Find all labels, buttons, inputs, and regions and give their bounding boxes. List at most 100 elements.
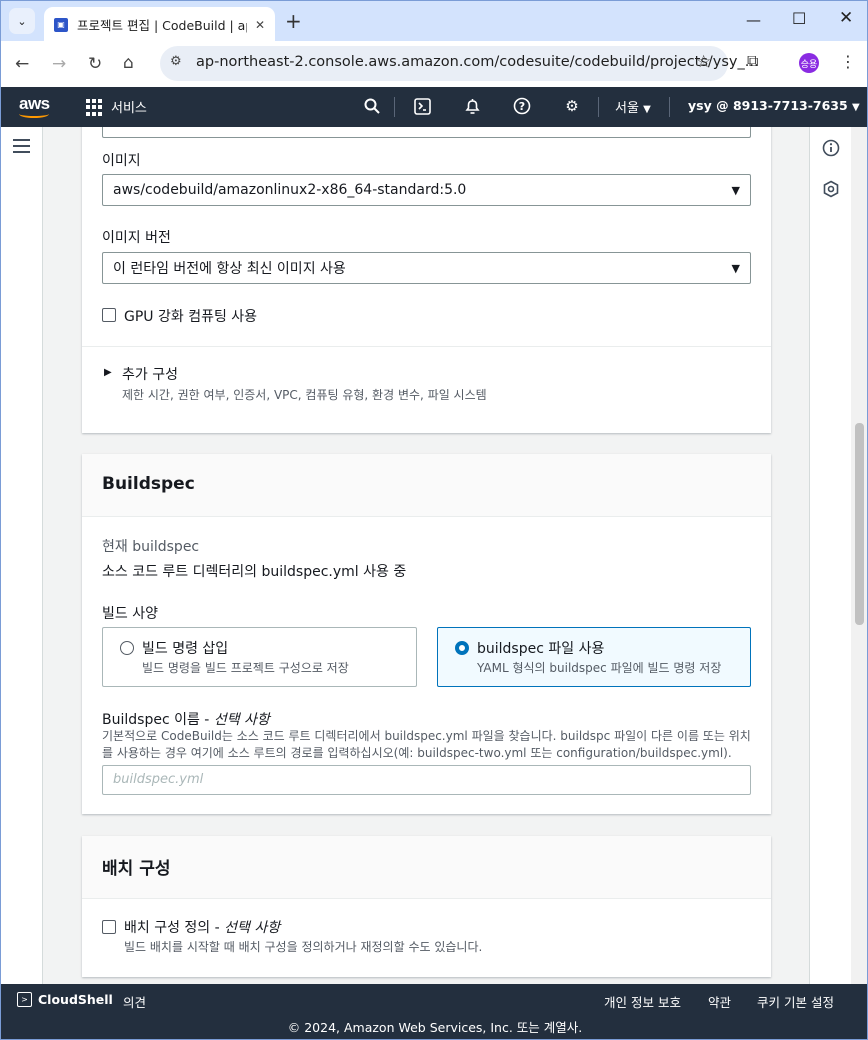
expand-triangle-icon[interactable]: ▶ bbox=[104, 367, 112, 378]
profile-avatar[interactable]: 승용 bbox=[799, 53, 819, 73]
batch-config-desc: 빌드 배치를 시작할 때 배치 구성을 정의하거나 재정의할 수도 있습니다. bbox=[124, 940, 483, 954]
use-buildspec-file-desc: YAML 형식의 buildspec 파일에 빌드 명령 저장 bbox=[477, 661, 722, 675]
environment-panel: 이미지 aws/codebuild/amazonlinux2-x86_64-st… bbox=[82, 127, 771, 433]
back-icon[interactable]: ← bbox=[15, 54, 29, 74]
buildspec-name-input[interactable]: buildspec.yml bbox=[102, 765, 751, 795]
region-selector[interactable]: 서울 ▼ bbox=[615, 97, 651, 116]
browser-menu-icon[interactable]: ⋮ bbox=[840, 52, 856, 71]
cloudshell-icon[interactable] bbox=[411, 95, 433, 117]
console-footer: > CloudShell 의견 개인 정보 보호 약관 쿠키 기본 설정 © 2… bbox=[0, 984, 868, 1040]
buildspec-name-label: Buildspec 이름 - 선택 사항 bbox=[102, 709, 270, 729]
site-info-icon[interactable]: ⚙ bbox=[170, 54, 182, 69]
buildspec-name-label-text: Buildspec 이름 - bbox=[102, 712, 214, 728]
help-icon[interactable]: ? bbox=[511, 95, 533, 117]
cloudshell-icon[interactable]: > bbox=[17, 992, 32, 1007]
page-scrollbar[interactable] bbox=[851, 127, 867, 984]
gpu-checkbox-label[interactable]: GPU 강화 컴퓨팅 사용 bbox=[124, 306, 257, 326]
batch-config-label[interactable]: 배치 구성 정의 - 선택 사항 bbox=[124, 917, 280, 937]
left-nav-rail bbox=[1, 127, 43, 984]
additional-config-desc: 제한 시간, 권한 여부, 인증서, VPC, 컴퓨팅 유형, 환경 변수, 파… bbox=[122, 388, 487, 402]
build-spec-label: 빌드 사양 bbox=[102, 606, 158, 622]
current-buildspec-label: 현재 buildspec bbox=[102, 539, 200, 555]
maximize-icon[interactable]: ☐ bbox=[792, 9, 806, 28]
optional-tag: 선택 사항 bbox=[213, 712, 270, 728]
terms-link[interactable]: 약관 bbox=[708, 992, 731, 1011]
batch-header: 배치 구성 bbox=[82, 836, 771, 899]
account-menu[interactable]: ysy @ 8913-7713-7635 ▼ bbox=[688, 98, 860, 113]
buildspec-header: Buildspec bbox=[82, 454, 771, 517]
insert-commands-title: 빌드 명령 삽입 bbox=[142, 641, 229, 657]
cloudshell-link[interactable]: CloudShell bbox=[38, 992, 113, 1007]
bookmark-star-icon[interactable]: ☆ bbox=[696, 52, 711, 72]
tab-close-icon[interactable]: ✕ bbox=[255, 18, 265, 32]
scrollbar-thumb[interactable] bbox=[855, 423, 864, 625]
caret-down-icon: ▼ bbox=[852, 102, 860, 113]
use-buildspec-file-option[interactable]: buildspec 파일 사용 YAML 형식의 buildspec 파일에 빌… bbox=[437, 627, 751, 687]
console-content: 이미지 aws/codebuild/amazonlinux2-x86_64-st… bbox=[0, 127, 868, 984]
image-select[interactable]: aws/codebuild/amazonlinux2-x86_64-standa… bbox=[102, 174, 751, 206]
cookie-preferences-link[interactable]: 쿠키 기본 설정 bbox=[757, 992, 834, 1011]
tab-title: 프로젝트 편집 | CodeBuild | ap bbox=[77, 18, 247, 33]
search-icon[interactable] bbox=[361, 95, 383, 117]
aws-smile-icon bbox=[19, 110, 49, 118]
menu-hamburger-icon[interactable] bbox=[13, 139, 30, 157]
forward-icon[interactable]: → bbox=[52, 54, 66, 74]
home-icon[interactable]: ⌂ bbox=[123, 53, 134, 73]
browser-tab-strip: ⌄ ▣ 프로젝트 편집 | CodeBuild | ap ✕ + — ☐ ✕ bbox=[0, 0, 868, 42]
settings-gear-icon[interactable]: ⚙ bbox=[561, 95, 583, 117]
image-label: 이미지 bbox=[102, 153, 141, 169]
insert-commands-radio[interactable] bbox=[120, 641, 134, 655]
section-divider bbox=[82, 346, 771, 347]
nav-divider bbox=[669, 97, 670, 117]
reload-icon[interactable]: ↻ bbox=[88, 54, 102, 74]
address-bar-row: ← → ↻ ⌂ ⚙ ap-northeast-2.console.aws.ama… bbox=[0, 41, 868, 87]
image-value: aws/codebuild/amazonlinux2-x86_64-standa… bbox=[113, 182, 467, 198]
insert-commands-option[interactable]: 빌드 명령 삽입 빌드 명령을 빌드 프로젝트 구성으로 저장 bbox=[102, 627, 417, 687]
buildspec-name-desc: 기본적으로 CodeBuild는 소스 코드 루트 디렉터리에서 buildsp… bbox=[102, 729, 751, 760]
batch-config-label-text: 배치 구성 정의 - bbox=[124, 920, 225, 936]
nav-divider bbox=[394, 97, 395, 117]
insert-commands-desc: 빌드 명령을 빌드 프로젝트 구성으로 저장 bbox=[142, 661, 349, 675]
image-version-select[interactable]: 이 런타임 버전에 항상 최신 이미지 사용 ▼ bbox=[102, 252, 751, 284]
caret-down-icon: ▼ bbox=[731, 261, 740, 275]
image-version-value: 이 런타임 버전에 항상 최신 이미지 사용 bbox=[113, 261, 346, 277]
optional-tag: 선택 사항 bbox=[224, 920, 281, 936]
browser-tab[interactable]: ▣ 프로젝트 편집 | CodeBuild | ap ✕ bbox=[44, 7, 275, 42]
info-icon[interactable] bbox=[822, 139, 840, 161]
previous-field-input[interactable] bbox=[102, 127, 751, 138]
gpu-checkbox[interactable] bbox=[102, 308, 116, 322]
url-text[interactable]: ap-northeast-2.console.aws.amazon.com/co… bbox=[196, 54, 759, 70]
use-buildspec-file-title: buildspec 파일 사용 bbox=[477, 641, 605, 657]
services-menu[interactable]: 서비스 bbox=[111, 97, 147, 116]
nav-divider bbox=[598, 97, 599, 117]
additional-config-toggle[interactable]: 추가 구성 bbox=[122, 364, 178, 384]
codebuild-favicon-icon: ▣ bbox=[54, 17, 68, 32]
batch-config-panel: 배치 구성 배치 구성 정의 - 선택 사항 빌드 배치를 시작할 때 배치 구… bbox=[82, 836, 771, 977]
account-label: ysy @ 8913-7713-7635 bbox=[688, 98, 848, 113]
use-buildspec-file-radio[interactable] bbox=[455, 641, 469, 655]
region-label: 서울 bbox=[615, 101, 639, 116]
minimize-icon[interactable]: — bbox=[746, 11, 761, 29]
buildspec-panel: Buildspec 현재 buildspec 소스 코드 루트 디렉터리의 bu… bbox=[82, 454, 771, 814]
batch-config-checkbox[interactable] bbox=[102, 920, 116, 934]
feature-icon[interactable] bbox=[822, 180, 840, 202]
tab-search-button[interactable]: ⌄ bbox=[9, 8, 35, 34]
copyright-text: © 2024, Amazon Web Services, Inc. 또는 계열사… bbox=[287, 1020, 583, 1035]
close-window-icon[interactable]: ✕ bbox=[839, 8, 853, 28]
aws-top-nav: aws 서비스 ? ⚙ 서울 ▼ ysy @ 8913-7713-7635 ▼ bbox=[0, 87, 868, 127]
svg-text:?: ? bbox=[519, 100, 525, 113]
url-bar[interactable]: ⚙ ap-northeast-2.console.aws.amazon.com/… bbox=[160, 46, 759, 81]
caret-down-icon: ▼ bbox=[731, 183, 740, 197]
services-grid-icon[interactable] bbox=[86, 99, 103, 116]
feedback-link[interactable]: 의견 bbox=[123, 992, 146, 1011]
extensions-icon[interactable]: ⧉ bbox=[747, 51, 758, 71]
image-version-label: 이미지 버전 bbox=[102, 230, 171, 246]
new-tab-button[interactable]: + bbox=[285, 9, 302, 33]
caret-down-icon: ▼ bbox=[643, 104, 651, 115]
batch-title: 배치 구성 bbox=[102, 859, 171, 879]
privacy-link[interactable]: 개인 정보 보호 bbox=[604, 992, 681, 1011]
current-buildspec-value: 소스 코드 루트 디렉터리의 buildspec.yml 사용 중 bbox=[102, 564, 407, 580]
notifications-bell-icon[interactable] bbox=[461, 95, 483, 117]
buildspec-title: Buildspec bbox=[102, 474, 195, 494]
right-tools-rail bbox=[809, 127, 851, 984]
